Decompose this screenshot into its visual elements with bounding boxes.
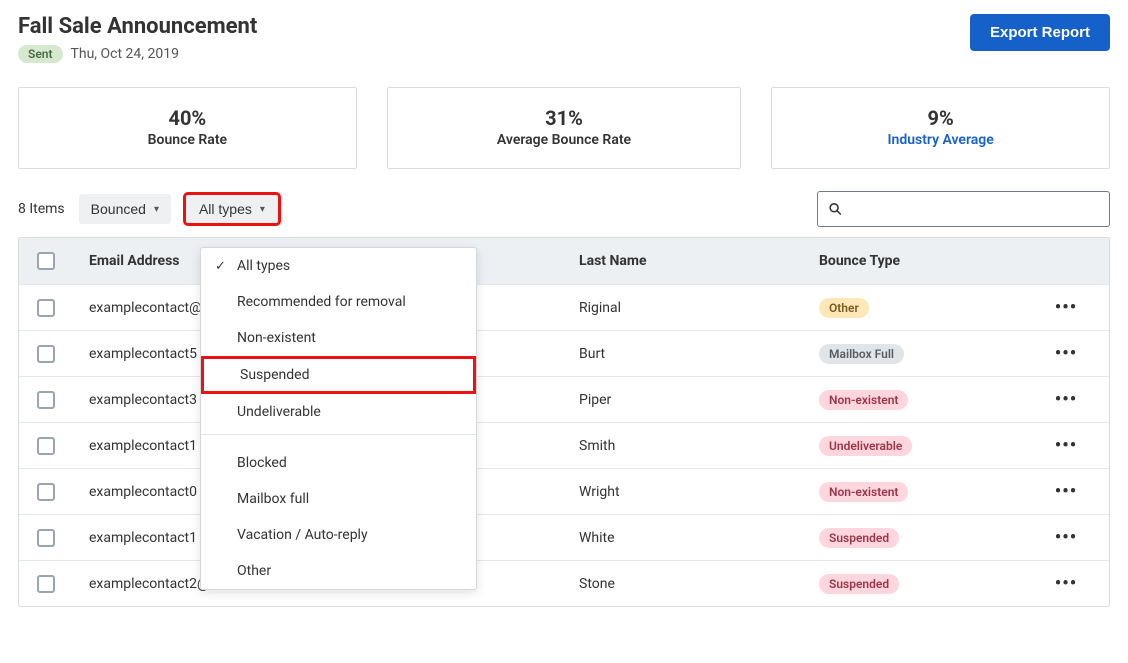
- bounce-pill: Mailbox Full: [819, 344, 904, 364]
- chevron-down-icon: ▾: [154, 204, 159, 215]
- row-actions-button[interactable]: •••: [1055, 389, 1077, 410]
- stat-percent: 31%: [398, 106, 731, 130]
- dropdown-item[interactable]: Recommended for removal: [201, 284, 476, 320]
- bounce-pill: Suspended: [819, 528, 899, 548]
- table-row: examplecontact0WrightNon-existent•••: [19, 468, 1109, 514]
- page-title: Fall Sale Announcement: [18, 14, 257, 39]
- cell-last-name: Piper: [579, 392, 819, 408]
- stat-label: Industry Average: [782, 132, 1099, 148]
- cell-bounce-type: Other: [819, 298, 1041, 318]
- cell-bounce-type: Suspended: [819, 574, 1041, 594]
- row-checkbox[interactable]: [37, 483, 55, 501]
- status-badge: Sent: [18, 45, 63, 63]
- cell-last-name: Wright: [579, 484, 819, 500]
- filter-bounced[interactable]: Bounced ▾: [79, 194, 171, 224]
- table-row: examplecontact2@outlook.comJessieStoneSu…: [19, 560, 1109, 606]
- cell-last-name: Riginal: [579, 300, 819, 316]
- cell-bounce-type: Suspended: [819, 528, 1041, 548]
- dropdown-item[interactable]: Blocked: [201, 445, 476, 481]
- filter-label: All types: [199, 201, 252, 217]
- export-report-button[interactable]: Export Report: [970, 14, 1110, 51]
- dropdown-item[interactable]: Undeliverable: [201, 394, 476, 430]
- dropdown-item[interactable]: All types: [201, 248, 476, 284]
- table-row: examplecontact@RiginalOther•••: [19, 284, 1109, 330]
- dropdown-item[interactable]: Mailbox full: [201, 481, 476, 517]
- cell-bounce-type: Non-existent: [819, 390, 1041, 410]
- table-row: examplecontact3PiperNon-existent•••: [19, 376, 1109, 422]
- dropdown-item[interactable]: Non-existent: [201, 320, 476, 356]
- row-actions-button[interactable]: •••: [1055, 527, 1077, 548]
- row-checkbox[interactable]: [37, 437, 55, 455]
- table-row: examplecontact1SmithUndeliverable•••: [19, 422, 1109, 468]
- filter-label: Bounced: [91, 201, 146, 217]
- bounce-pill: Undeliverable: [819, 436, 912, 456]
- row-actions-button[interactable]: •••: [1055, 435, 1077, 456]
- search-icon: [828, 201, 843, 217]
- stat-label: Bounce Rate: [29, 132, 346, 148]
- filter-all-types[interactable]: All types ▾: [185, 194, 279, 224]
- stat-card-bounce-rate: 40% Bounce Rate: [18, 87, 357, 169]
- cell-last-name: Stone: [579, 576, 819, 592]
- row-actions-button[interactable]: •••: [1055, 343, 1077, 364]
- stat-percent: 9%: [782, 106, 1099, 130]
- select-all-checkbox[interactable]: [37, 252, 55, 270]
- search-input[interactable]: [851, 201, 1099, 217]
- table-row: examplecontact5BurtMailbox Full•••: [19, 330, 1109, 376]
- th-bounce[interactable]: Bounce Type: [819, 253, 1041, 269]
- cell-last-name: Smith: [579, 438, 819, 454]
- row-checkbox[interactable]: [37, 575, 55, 593]
- table-header: Email Address Last Name Bounce Type: [19, 238, 1109, 284]
- bounce-pill: Other: [819, 298, 869, 318]
- stat-card-industry-avg[interactable]: 9% Industry Average: [771, 87, 1110, 169]
- cell-last-name: White: [579, 530, 819, 546]
- table-row: examplecontact1WhiteSuspended•••: [19, 514, 1109, 560]
- row-checkbox[interactable]: [37, 345, 55, 363]
- cell-bounce-type: Non-existent: [819, 482, 1041, 502]
- all-types-dropdown: All typesRecommended for removalNon-exis…: [200, 247, 477, 590]
- row-actions-button[interactable]: •••: [1055, 573, 1077, 594]
- row-checkbox[interactable]: [37, 391, 55, 409]
- contacts-table: Email Address Last Name Bounce Type exam…: [18, 237, 1110, 607]
- sent-date: Thu, Oct 24, 2019: [71, 46, 179, 62]
- row-actions-button[interactable]: •••: [1055, 297, 1077, 318]
- dropdown-item[interactable]: Other: [201, 553, 476, 589]
- th-last[interactable]: Last Name: [579, 253, 819, 269]
- stat-card-avg-bounce-rate: 31% Average Bounce Rate: [387, 87, 742, 169]
- search-field-wrap[interactable]: [817, 191, 1110, 227]
- row-checkbox[interactable]: [37, 529, 55, 547]
- chevron-down-icon: ▾: [260, 204, 265, 215]
- stat-label: Average Bounce Rate: [398, 132, 731, 148]
- bounce-pill: Non-existent: [819, 482, 908, 502]
- row-checkbox[interactable]: [37, 299, 55, 317]
- row-actions-button[interactable]: •••: [1055, 481, 1077, 502]
- items-count: 8 Items: [18, 201, 65, 217]
- bounce-pill: Suspended: [819, 574, 899, 594]
- dropdown-separator: [201, 434, 476, 435]
- dropdown-item[interactable]: Vacation / Auto-reply: [201, 517, 476, 553]
- bounce-pill: Non-existent: [819, 390, 908, 410]
- cell-bounce-type: Mailbox Full: [819, 344, 1041, 364]
- cell-bounce-type: Undeliverable: [819, 436, 1041, 456]
- stat-percent: 40%: [29, 106, 346, 130]
- cell-last-name: Burt: [579, 346, 819, 362]
- dropdown-item[interactable]: Suspended: [201, 356, 476, 394]
